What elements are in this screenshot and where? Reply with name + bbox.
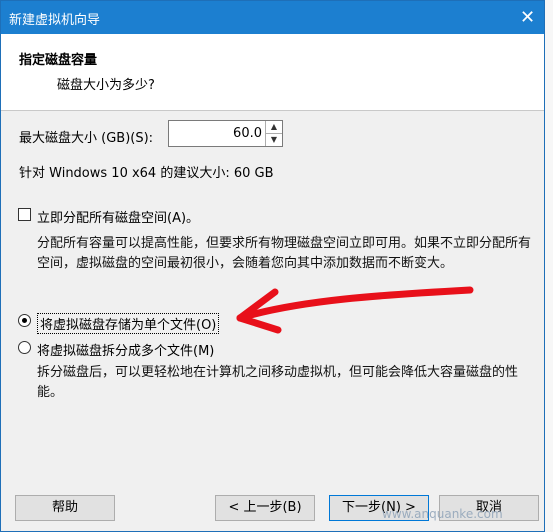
stepper-down-icon[interactable]: ▼: [266, 134, 282, 146]
stepper-arrows: ▲ ▼: [265, 121, 282, 146]
disk-size-label: 最大磁盘大小 (GB)(S):: [19, 131, 154, 146]
wizard-header: 指定磁盘容量 磁盘大小为多少?: [1, 34, 544, 111]
watermark: www.anquanke.com: [382, 507, 503, 521]
disk-size-input[interactable]: 60.0: [233, 126, 262, 141]
allocate-all-checkbox[interactable]: [18, 208, 31, 221]
help-button[interactable]: 帮助: [15, 495, 115, 521]
close-icon[interactable]: ✕: [511, 1, 544, 34]
page-subtitle: 磁盘大小为多少?: [57, 78, 155, 93]
window-title: 新建虚拟机向导: [9, 13, 101, 28]
back-button[interactable]: < 上一步(B): [215, 495, 315, 521]
allocate-all-label[interactable]: 立即分配所有磁盘空间(A)。: [37, 207, 199, 226]
disk-size-stepper[interactable]: 60.0 ▲ ▼: [168, 120, 283, 147]
title-bar[interactable]: 新建虚拟机向导 ✕: [1, 1, 544, 34]
multiple-files-radio[interactable]: [18, 341, 31, 354]
page-title: 指定磁盘容量: [19, 53, 98, 68]
stepper-up-icon[interactable]: ▲: [266, 121, 282, 134]
multiple-files-label[interactable]: 将虚拟磁盘拆分成多个文件(M): [37, 340, 214, 359]
background-edge: [545, 0, 553, 532]
wizard-window: 新建虚拟机向导 ✕ 指定磁盘容量 磁盘大小为多少? 最大磁盘大小 (GB)(S)…: [0, 0, 545, 532]
multiple-files-description: 拆分磁盘后，可以更轻松地在计算机之间移动虚拟机，但可能会降低大容量磁盘的性能。: [37, 365, 519, 400]
single-file-radio[interactable]: [18, 314, 31, 327]
allocate-description: 分配所有容量可以提高性能，但要求所有物理磁盘空间立即可用。如果不立即分配所有空间…: [37, 236, 532, 271]
recommended-size-text: 针对 Windows 10 x64 的建议大小: 60 GB: [19, 166, 274, 181]
single-file-label[interactable]: 将虚拟磁盘存储为单个文件(O): [37, 313, 220, 334]
